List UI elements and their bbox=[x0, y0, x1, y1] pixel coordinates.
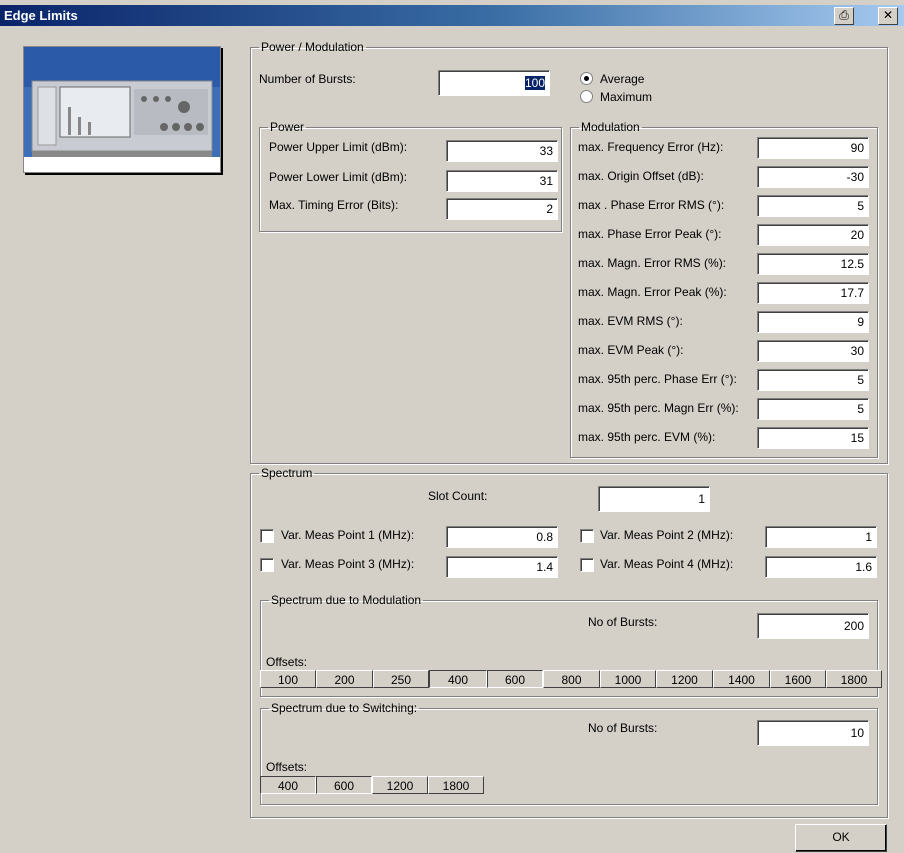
meas-point-2-label: Var. Meas Point 2 (MHz): bbox=[600, 528, 734, 542]
mod-label: max . Phase Error RMS (°): bbox=[578, 198, 725, 212]
mod-input[interactable]: 12.5 bbox=[757, 253, 869, 275]
meas-point-1-checkbox[interactable] bbox=[260, 529, 274, 543]
meas-point-3-label: Var. Meas Point 3 (MHz): bbox=[281, 557, 415, 571]
sw-offsets-tabs: 400 600 1200 1800 bbox=[260, 776, 484, 794]
meas-point-4-label: Var. Meas Point 4 (MHz): bbox=[600, 557, 734, 571]
meas-point-3-checkbox[interactable] bbox=[260, 558, 274, 572]
spectrum-switching-legend: Spectrum due to Switching: bbox=[271, 701, 418, 715]
power-upper-input[interactable]: 33 bbox=[446, 140, 558, 162]
title-bar: Edge Limits ⎙ ✕ bbox=[0, 5, 904, 26]
mod-input[interactable]: 5 bbox=[757, 195, 869, 217]
spectrum-legend: Spectrum bbox=[261, 466, 313, 480]
power-lower-label: Power Lower Limit (dBm): bbox=[269, 170, 408, 184]
mod-label: max. Magn. Error RMS (%): bbox=[578, 256, 727, 270]
offset-tab[interactable]: 1800 bbox=[826, 670, 882, 688]
offset-tab[interactable]: 400 bbox=[429, 670, 487, 688]
offset-tab[interactable]: 100 bbox=[260, 670, 316, 688]
power-upper-label: Power Upper Limit (dBm): bbox=[269, 140, 408, 154]
offset-tab[interactable]: 200 bbox=[316, 670, 373, 688]
power-lower-input[interactable]: 31 bbox=[446, 170, 558, 192]
mod-input[interactable]: 5 bbox=[757, 369, 869, 391]
offset-tab[interactable]: 1600 bbox=[770, 670, 826, 688]
offset-tab[interactable]: 1200 bbox=[656, 670, 713, 688]
slot-count-label: Slot Count: bbox=[428, 489, 488, 503]
offset-tab[interactable]: 400 bbox=[260, 776, 316, 794]
mod-offsets-label: Offsets: bbox=[266, 655, 308, 669]
meas-point-4-input[interactable]: 1.6 bbox=[765, 556, 877, 578]
dialog-window: Edge Limits ⎙ ✕ Power / Modulation Numbe… bbox=[0, 0, 904, 853]
power-modulation-legend: Power / Modulation bbox=[261, 40, 364, 54]
timing-error-label: Max. Timing Error (Bits): bbox=[269, 198, 399, 212]
ok-button[interactable]: OK bbox=[795, 824, 887, 852]
mod-label: max. Frequency Error (Hz): bbox=[578, 140, 724, 154]
mod-label: max. 95th perc. Magn Err (%): bbox=[578, 401, 739, 415]
mod-label: max. 95th perc. EVM (%): bbox=[578, 430, 716, 444]
meas-point-2-input[interactable]: 1 bbox=[765, 526, 877, 548]
offset-tab[interactable]: 250 bbox=[373, 670, 429, 688]
timing-error-input[interactable]: 2 bbox=[446, 198, 558, 220]
mod-input[interactable]: 17.7 bbox=[757, 282, 869, 304]
power-legend: Power bbox=[270, 120, 305, 134]
meas-point-3-input[interactable]: 1.4 bbox=[446, 556, 558, 578]
mod-label: max. Origin Offset (dB): bbox=[578, 169, 704, 183]
mod-label: max. Phase Error Peak (°): bbox=[578, 227, 722, 241]
print-icon[interactable]: ⎙ bbox=[834, 7, 854, 25]
offset-tab[interactable]: 1800 bbox=[428, 776, 484, 794]
mod-label: max. Magn. Error Peak (%): bbox=[578, 285, 727, 299]
mod-offsets-tabs: 100 200 250 400 600 800 1000 1200 1400 1… bbox=[260, 670, 882, 688]
mod-input[interactable]: 30 bbox=[757, 340, 869, 362]
mod-input[interactable]: -30 bbox=[757, 166, 869, 188]
sw-offsets-label: Offsets: bbox=[266, 760, 308, 774]
mod-input[interactable]: 5 bbox=[757, 398, 869, 420]
mod-label: max. EVM RMS (°): bbox=[578, 314, 683, 328]
average-radio[interactable] bbox=[580, 72, 593, 85]
slot-count-input[interactable]: 1 bbox=[598, 486, 710, 512]
offset-tab[interactable]: 1000 bbox=[600, 670, 656, 688]
meas-point-4-checkbox[interactable] bbox=[580, 558, 594, 572]
offset-tab[interactable]: 800 bbox=[543, 670, 600, 688]
mod-label: max. 95th perc. Phase Err (°): bbox=[578, 372, 737, 386]
meas-point-2-checkbox[interactable] bbox=[580, 529, 594, 543]
device-image bbox=[23, 46, 221, 173]
average-label: Average bbox=[600, 72, 645, 86]
meas-point-1-input[interactable]: 0.8 bbox=[446, 526, 558, 548]
spectrum-modulation-legend: Spectrum due to Modulation bbox=[271, 593, 422, 607]
mod-input[interactable]: 20 bbox=[757, 224, 869, 246]
maximum-radio[interactable] bbox=[580, 90, 593, 103]
meas-point-1-label: Var. Meas Point 1 (MHz): bbox=[281, 528, 415, 542]
maximum-label: Maximum bbox=[600, 90, 653, 104]
mod-input[interactable]: 15 bbox=[757, 427, 869, 449]
offset-tab[interactable]: 1400 bbox=[713, 670, 770, 688]
sw-bursts-label: No of Bursts: bbox=[588, 721, 658, 735]
mod-input[interactable]: 9 bbox=[757, 311, 869, 333]
window-title: Edge Limits bbox=[4, 8, 78, 23]
mod-bursts-label: No of Bursts: bbox=[588, 615, 658, 629]
offset-tab[interactable]: 600 bbox=[316, 776, 372, 794]
offset-tab[interactable]: 600 bbox=[487, 670, 543, 688]
bursts-input[interactable]: 100 bbox=[438, 70, 550, 96]
mod-input[interactable]: 90 bbox=[757, 137, 869, 159]
close-icon[interactable]: ✕ bbox=[878, 7, 898, 25]
mod-bursts-input[interactable]: 200 bbox=[757, 613, 869, 639]
modulation-legend: Modulation bbox=[581, 120, 640, 134]
offset-tab[interactable]: 1200 bbox=[372, 776, 428, 794]
mod-label: max. EVM Peak (°): bbox=[578, 343, 684, 357]
sw-bursts-input[interactable]: 10 bbox=[757, 720, 869, 746]
bursts-label: Number of Bursts: bbox=[259, 72, 356, 86]
